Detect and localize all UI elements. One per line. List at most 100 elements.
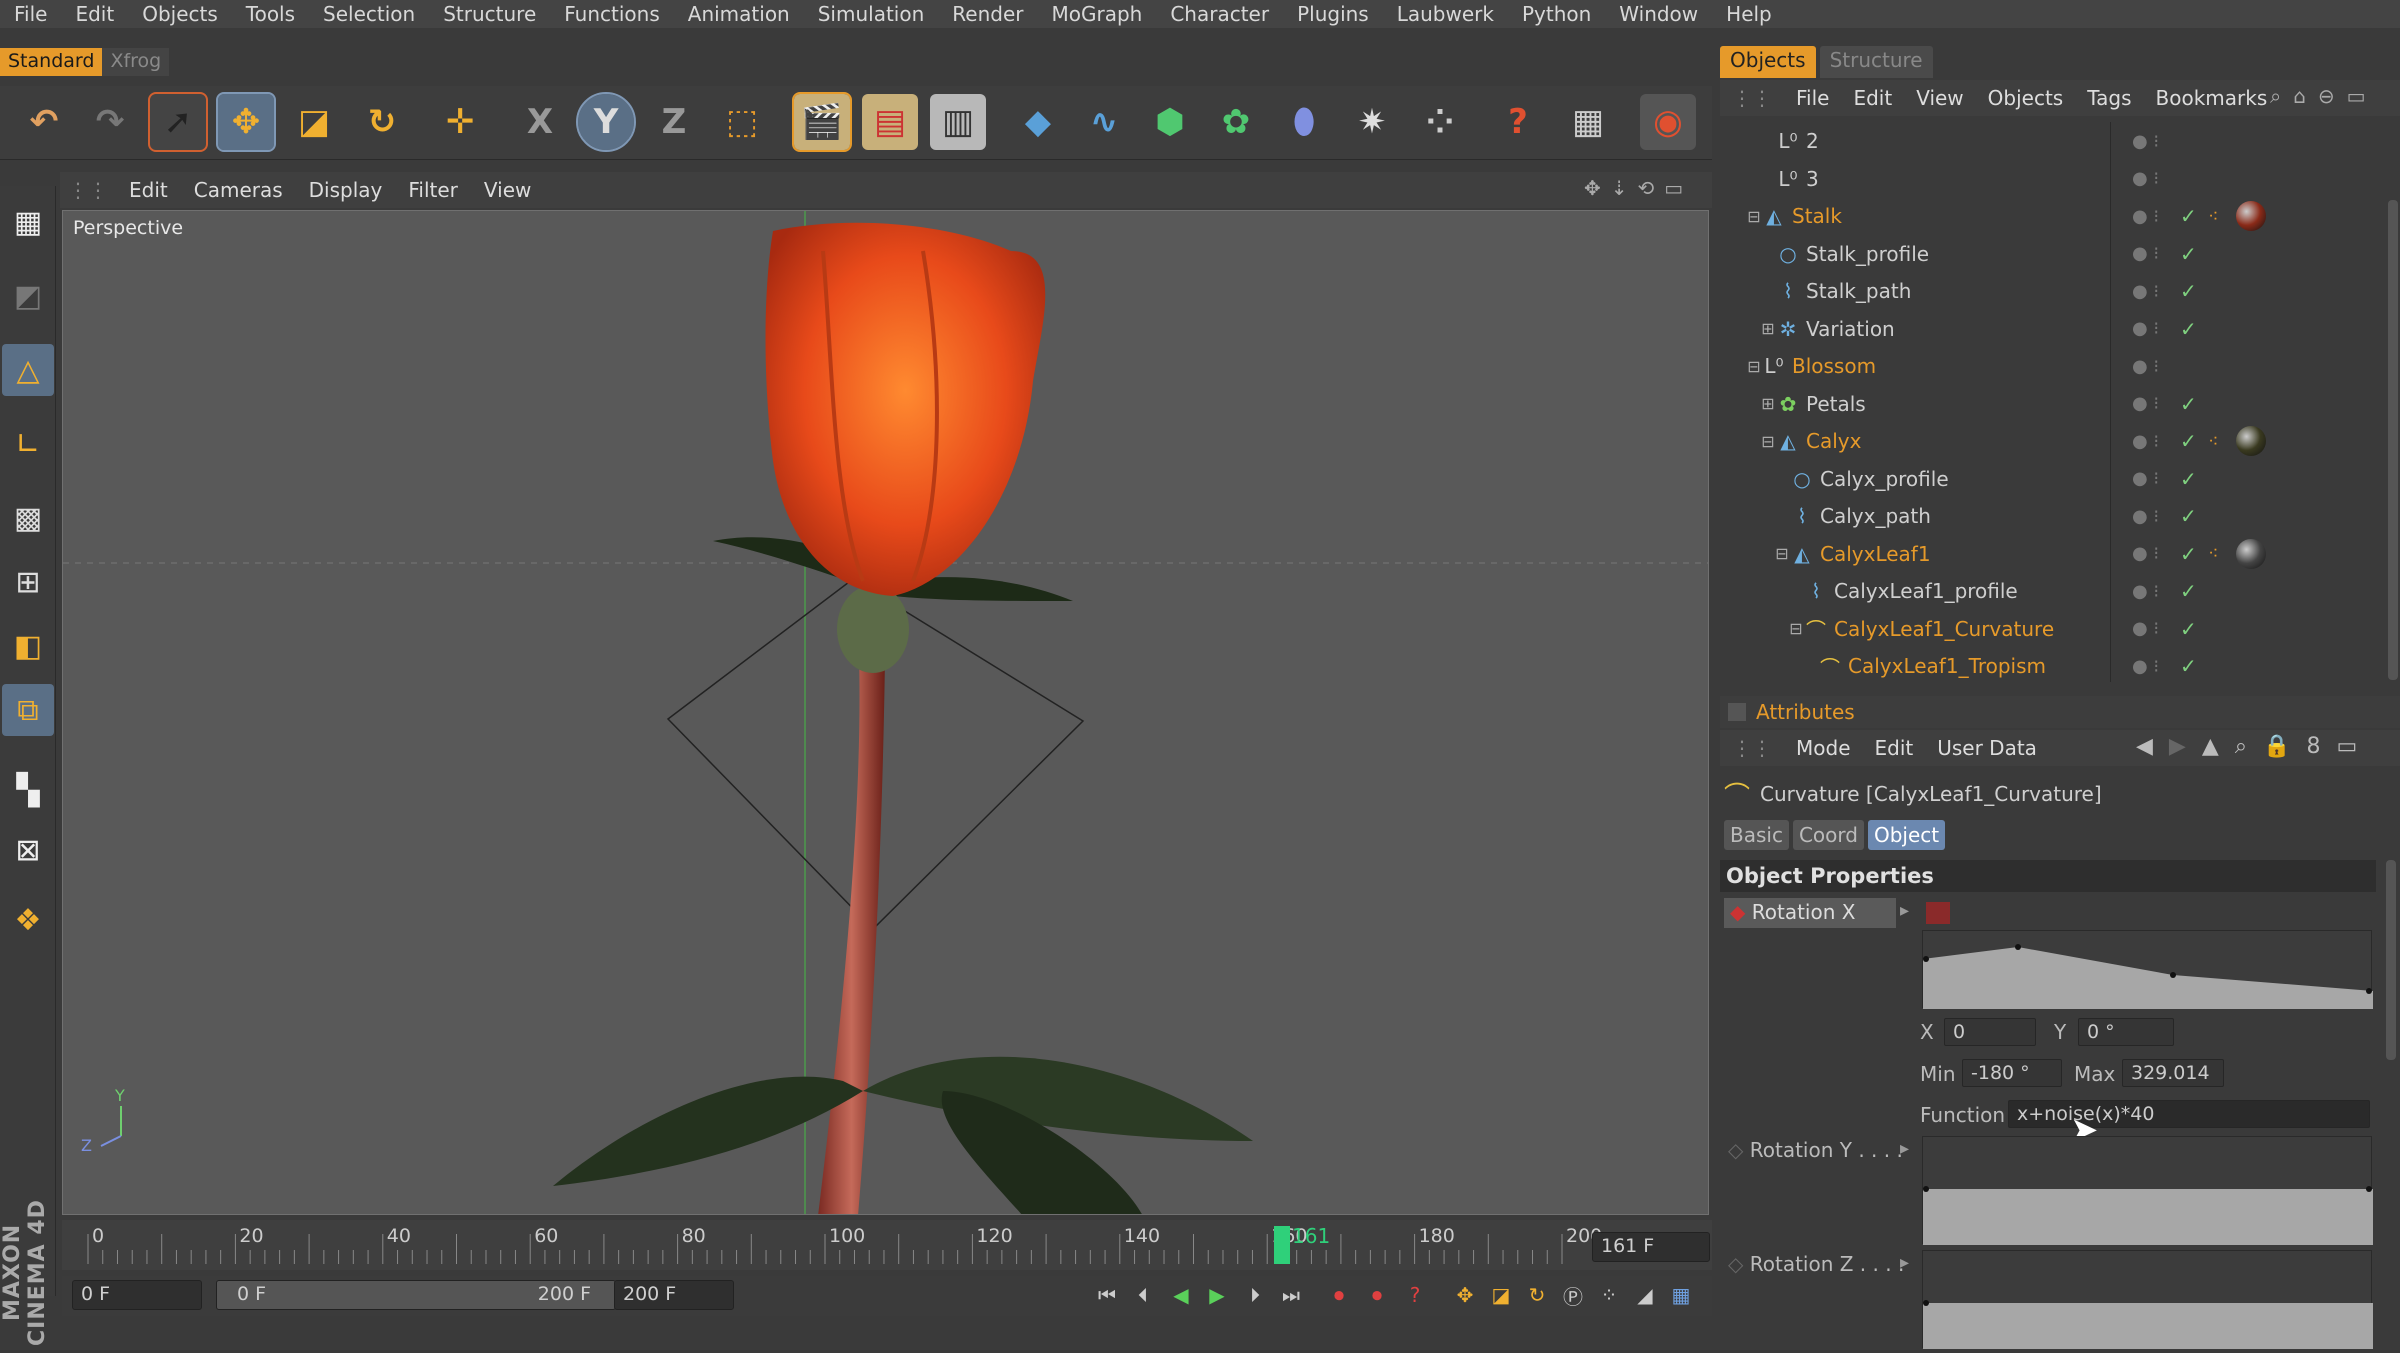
perspective-viewport[interactable]: Perspective Y Z xyxy=(62,210,1709,1215)
viewport-menu-filter[interactable]: Filter xyxy=(395,178,471,202)
object-menu-view[interactable]: View xyxy=(1904,86,1975,110)
visibility-dots-icon[interactable]: ● ⁝ xyxy=(2132,356,2159,377)
object-row-calyx-path[interactable]: ⌇ Calyx_path ● ⁝ ✓ xyxy=(1720,497,2386,535)
render-picture-viewer-icon[interactable]: ▤ xyxy=(862,94,918,150)
y-field[interactable]: 0 ° xyxy=(2078,1018,2174,1046)
search-icon[interactable]: ⌕ xyxy=(2270,84,2281,108)
edges-mode-icon[interactable]: ◧ xyxy=(2,620,54,672)
rotation-x-label[interactable]: ◆ Rotation X xyxy=(1724,898,1896,928)
material-tag-icon[interactable] xyxy=(2236,426,2266,456)
render-region-icon[interactable]: ◉ xyxy=(1640,94,1696,150)
play-forward-icon[interactable]: ▶ xyxy=(1202,1280,1232,1310)
rotation-z-label[interactable]: ◇ Rotation Z . . . . xyxy=(1728,1252,1904,1276)
visibility-dots-icon[interactable]: ● ⁝ xyxy=(2132,431,2159,452)
attributes-menu-mode[interactable]: Mode xyxy=(1784,736,1863,760)
preview-range-slider[interactable]: 0 F 200 F xyxy=(216,1280,616,1310)
menu-objects[interactable]: Objects xyxy=(128,2,232,26)
object-menu-objects[interactable]: Objects xyxy=(1976,86,2076,110)
object-row-variation[interactable]: ⊞ ✲ Variation ● ⁝ ✓ xyxy=(1720,309,2386,348)
tag-icon[interactable]: ⁖ xyxy=(2208,206,2219,227)
visibility-dots-icon[interactable]: ● ⁝ xyxy=(2132,581,2159,602)
x-axis-lock-button[interactable]: X xyxy=(512,94,568,150)
visibility-dots-icon[interactable]: ● ⁝ xyxy=(2132,618,2159,639)
rotation-y-curve[interactable] xyxy=(1922,1136,2373,1245)
help-icon[interactable]: ? xyxy=(1490,94,1546,150)
rotation-y-arrow-icon[interactable]: ▸ xyxy=(1900,1138,1909,1159)
enabled-check-icon[interactable]: ✓ xyxy=(2180,654,2197,678)
rotation-x-arrow-icon[interactable]: ▸ xyxy=(1900,900,1909,921)
new-manager-icon[interactable]: 8 xyxy=(2307,734,2321,759)
object-row-calyxleaf1-tropism[interactable]: ⌒ CalyxLeaf1_Tropism ● ⁝ ✓ xyxy=(1720,647,2386,682)
object-row-calyxleaf1-profile[interactable]: ⌇ CalyxLeaf1_profile ● ⁝ ✓ xyxy=(1720,572,2386,610)
viewport-menu-display[interactable]: Display xyxy=(296,178,396,202)
record-icon[interactable]: ⏺ xyxy=(1324,1280,1354,1310)
object-row-3[interactable]: L⁰ 3 ● ⁝ xyxy=(1720,159,2386,198)
menu-animation[interactable]: Animation xyxy=(674,2,804,26)
tab-objects[interactable]: Objects xyxy=(1720,46,1816,78)
points-mode-icon[interactable]: ⊞ xyxy=(2,556,54,608)
object-menu-file[interactable]: File xyxy=(1784,86,1841,110)
visibility-dots-icon[interactable]: ● ⁝ xyxy=(2132,468,2159,489)
orbit-icon[interactable]: ⟲ xyxy=(1638,176,1655,200)
visibility-dots-icon[interactable]: ● ⁝ xyxy=(2132,393,2159,414)
object-row-stalk[interactable]: ⊟ ◭ Stalk ● ⁝ ✓ ⁖ xyxy=(1720,197,2386,235)
timeline-ruler[interactable]: 020406080100120140160180200 161 161 F xyxy=(62,1220,1712,1270)
layout-tab-standard[interactable]: Standard xyxy=(0,48,103,76)
interpolation-icon[interactable]: ◢ xyxy=(1630,1280,1660,1310)
lock-icon[interactable]: 🔒 xyxy=(2263,734,2290,759)
model-mode-icon[interactable]: △ xyxy=(2,344,54,396)
current-frame-field[interactable]: 161 F xyxy=(1592,1232,1710,1262)
enabled-check-icon[interactable]: ✓ xyxy=(2180,467,2197,491)
link-icon[interactable]: ⊖ xyxy=(2318,84,2335,108)
key-rotation-icon[interactable]: ↻ xyxy=(1522,1280,1552,1310)
menu-window[interactable]: Window xyxy=(1605,2,1712,26)
layout-tab-xfrog[interactable]: Xfrog xyxy=(102,48,170,76)
visibility-dots-icon[interactable]: ● ⁝ xyxy=(2132,656,2159,677)
menu-help[interactable]: Help xyxy=(1712,2,1786,26)
end-frame-field[interactable]: 200 F xyxy=(614,1280,734,1310)
polygons-mode-icon[interactable]: ⧉ xyxy=(2,684,54,736)
menu-structure[interactable]: Structure xyxy=(429,2,550,26)
move-tool-icon[interactable]: ✥ xyxy=(216,92,276,152)
array-icon[interactable]: ✿ xyxy=(1208,94,1264,150)
visibility-dots-icon[interactable]: ● ⁝ xyxy=(2132,318,2159,339)
go-to-end-icon[interactable]: ⏭ xyxy=(1276,1280,1306,1310)
viewport-menu-edit[interactable]: Edit xyxy=(116,178,181,202)
prev-key-icon[interactable]: ⏴ xyxy=(1128,1280,1158,1310)
menu-render[interactable]: Render xyxy=(938,2,1037,26)
undo-icon[interactable]: ↶ xyxy=(16,94,72,150)
workplane-icon[interactable]: ❖ xyxy=(2,894,54,946)
object-row-calyx[interactable]: ⊟ ◭ Calyx ● ⁝ ✓ ⁖ xyxy=(1720,422,2386,460)
tag-icon[interactable]: ⁖ xyxy=(2208,431,2219,452)
search-icon[interactable]: ⌕ xyxy=(2235,734,2247,759)
back-arrow-icon[interactable]: ◀ xyxy=(2136,734,2153,759)
checker-icon[interactable]: ▚ xyxy=(2,764,54,816)
material-tag-icon[interactable] xyxy=(2236,201,2266,231)
key-scale-icon[interactable]: ◪ xyxy=(1486,1280,1516,1310)
object-row-blossom[interactable]: ⊟ L⁰ Blossom ● ⁝ xyxy=(1720,347,2386,385)
object-row-2[interactable]: L⁰ 2 ● ⁝ xyxy=(1720,122,2386,160)
tab-coord[interactable]: Coord xyxy=(1792,820,1864,850)
menu-selection[interactable]: Selection xyxy=(309,2,429,26)
expand-icon[interactable]: ▭ xyxy=(2347,84,2366,108)
menu-simulation[interactable]: Simulation xyxy=(804,2,939,26)
visibility-dots-icon[interactable]: ● ⁝ xyxy=(2132,281,2159,302)
viewport-menu-cameras[interactable]: Cameras xyxy=(181,178,296,202)
visibility-dots-icon[interactable]: ● ⁝ xyxy=(2132,543,2159,564)
object-row-petals[interactable]: ⊞ ✿ Petals ● ⁝ ✓ xyxy=(1720,384,2386,423)
object-axis-icon[interactable]: ∟ xyxy=(2,418,54,470)
rotate-tool-icon[interactable]: ↻ xyxy=(354,94,410,150)
up-arrow-icon[interactable]: ▲ xyxy=(2202,734,2219,759)
enabled-check-icon[interactable]: ✓ xyxy=(2180,279,2197,303)
enabled-check-icon[interactable]: ✓ xyxy=(2180,242,2197,266)
key-pla-icon[interactable]: ⁘ xyxy=(1594,1280,1624,1310)
attributes-menu-edit[interactable]: Edit xyxy=(1863,736,1926,760)
redo-icon[interactable]: ↷ xyxy=(82,94,138,150)
rotation-y-label[interactable]: ◇ Rotation Y . . . . xyxy=(1728,1138,1903,1162)
menu-plugins[interactable]: Plugins xyxy=(1283,2,1383,26)
layout-icon[interactable]: ▦ xyxy=(2,196,54,248)
visibility-dots-icon[interactable]: ● ⁝ xyxy=(2132,206,2159,227)
recent-tool-icon[interactable]: ✛ xyxy=(432,94,488,150)
menu-edit[interactable]: Edit xyxy=(61,2,128,26)
keyframe-selection-icon[interactable]: ? xyxy=(1400,1280,1430,1310)
